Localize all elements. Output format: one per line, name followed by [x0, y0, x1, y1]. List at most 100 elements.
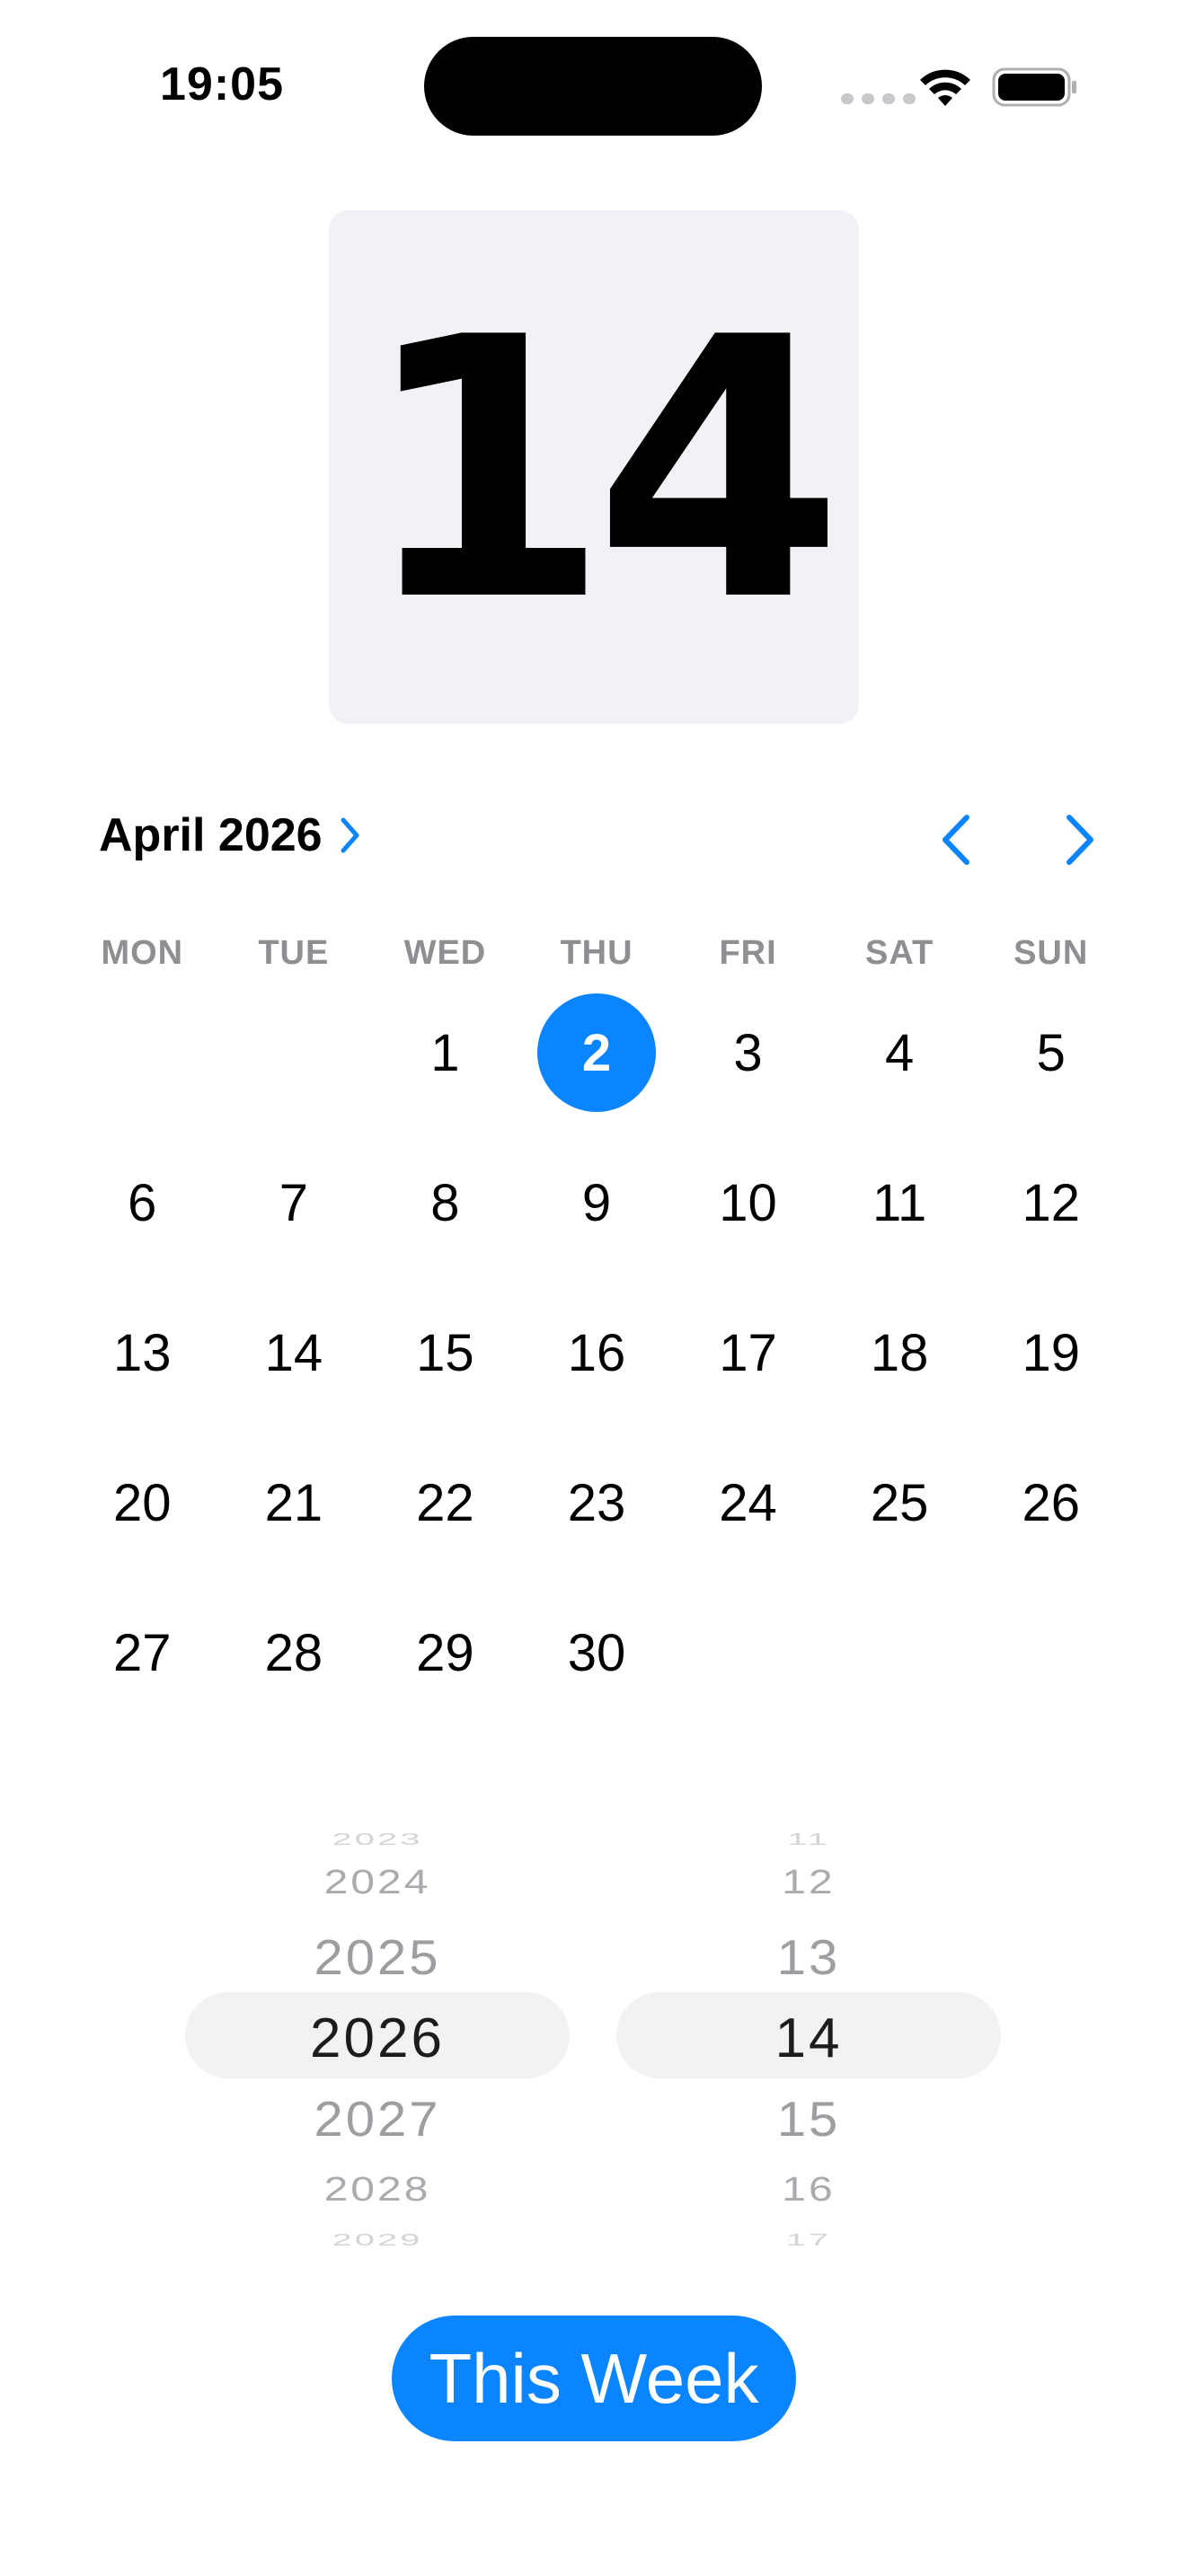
- day-picker-row[interactable]: 11: [616, 1831, 1001, 1848]
- calendar-day[interactable]: 8: [369, 1143, 521, 1293]
- year-picker-row[interactable]: 2024: [185, 1863, 570, 1902]
- day-picker-row[interactable]: 15: [616, 2091, 1001, 2148]
- calendar-day[interactable]: 28: [218, 1593, 370, 1743]
- calendar-blank-cell: [66, 993, 218, 1143]
- calendar-day-number: 28: [264, 1623, 323, 1682]
- calendar-day[interactable]: 24: [672, 1443, 824, 1593]
- year-picker-row[interactable]: 2027: [185, 2091, 570, 2148]
- calendar-day[interactable]: 25: [824, 1443, 976, 1593]
- calendar-day[interactable]: 22: [369, 1443, 521, 1593]
- calendar-day[interactable]: 4: [824, 993, 976, 1143]
- calendar-day-number: 2: [536, 993, 656, 1112]
- year-picker-selected-row[interactable]: 2026: [185, 2007, 570, 2070]
- calendar-day[interactable]: 16: [521, 1293, 673, 1443]
- calendar-day[interactable]: 15: [369, 1293, 521, 1443]
- calendar-day[interactable]: 19: [975, 1293, 1127, 1443]
- calendar-day-number: 24: [719, 1473, 777, 1532]
- dynamic-island: [424, 37, 762, 136]
- calendar-day-number: 12: [1022, 1173, 1080, 1232]
- month-label: April 2026: [99, 809, 323, 861]
- wifi-icon: [920, 69, 970, 106]
- calendar-day[interactable]: 9: [521, 1143, 673, 1293]
- weekday-label: TUE: [258, 934, 330, 972]
- calendar-day-number: 19: [1022, 1323, 1080, 1382]
- calendar-day[interactable]: 1: [369, 993, 521, 1143]
- calendar-day[interactable]: 21: [218, 1443, 370, 1593]
- calendar-day[interactable]: 18: [824, 1293, 976, 1443]
- weekday-label: SAT: [865, 934, 934, 972]
- calendar-day[interactable]: 23: [521, 1443, 673, 1593]
- month-selector[interactable]: April 2026: [99, 808, 362, 862]
- weekday-label: FRI: [719, 934, 777, 972]
- calendar-day-number: 4: [884, 1023, 915, 1082]
- this-week-button[interactable]: This Week: [392, 2316, 796, 2441]
- calendar-day[interactable]: 26: [975, 1443, 1127, 1593]
- calendar-day-number: 10: [719, 1173, 777, 1232]
- calendar-day-number: 25: [870, 1473, 929, 1532]
- weekday-label: SUN: [1013, 934, 1089, 972]
- calendar-day-number: 8: [430, 1173, 460, 1232]
- calendar-day[interactable]: 20: [66, 1443, 218, 1593]
- calendar-day-number: 23: [567, 1473, 626, 1532]
- day-picker-row[interactable]: 17: [616, 2231, 1001, 2249]
- calendar-day[interactable]: 7: [218, 1143, 370, 1293]
- year-picker-row[interactable]: 2023: [185, 1831, 570, 1848]
- calendar-day-selected[interactable]: 2: [521, 993, 673, 1143]
- calendar-day[interactable]: 11: [824, 1143, 976, 1293]
- screen: 19:05 14 April 2026 MON TUE WED THU FRI …: [0, 0, 1186, 2576]
- calendar-day-number: 30: [567, 1623, 626, 1682]
- calendar-day-number: 9: [581, 1173, 612, 1232]
- year-picker-wheel[interactable]: 2023 2024 2025 2026 2027 2028 2029: [185, 1805, 570, 2254]
- calendar-day-number: 21: [264, 1473, 323, 1532]
- calendar-day-number: 13: [113, 1323, 172, 1382]
- chevron-right-icon: [341, 817, 359, 853]
- day-picker-wheel[interactable]: 11 12 13 14 15 16 17: [616, 1805, 1001, 2254]
- calendar-day-number: 15: [416, 1323, 474, 1382]
- battery-full-icon: [992, 67, 1076, 107]
- calendar-day-number: 7: [279, 1173, 308, 1232]
- year-picker-row[interactable]: 2028: [185, 2170, 570, 2210]
- weekday-header-row: MON TUE WED THU FRI SAT SUN: [66, 934, 1127, 973]
- calendar-day-number: 6: [128, 1173, 157, 1232]
- calendar-day[interactable]: 12: [975, 1143, 1127, 1293]
- calendar-day-number: 20: [113, 1473, 172, 1532]
- next-month-button[interactable]: [1057, 810, 1102, 869]
- calendar-day-number: 18: [870, 1323, 929, 1382]
- calendar-day[interactable]: 6: [66, 1143, 218, 1293]
- status-time: 19:05: [160, 58, 284, 110]
- day-picker-selected-row[interactable]: 14: [616, 2007, 1001, 2070]
- cellular-signal-icon: [841, 93, 916, 104]
- weekday-label: MON: [101, 934, 184, 972]
- calendar-day-number: 3: [733, 1023, 763, 1082]
- selected-day-card: 14: [329, 210, 859, 724]
- calendar-day-number: 27: [113, 1623, 172, 1682]
- year-picker-row[interactable]: 2025: [185, 1929, 570, 1987]
- selected-day-number: 14: [359, 262, 845, 680]
- calendar-day-number: 11: [872, 1173, 927, 1232]
- calendar-day[interactable]: 13: [66, 1293, 218, 1443]
- calendar-day[interactable]: 3: [672, 993, 824, 1143]
- calendar-day-number: 14: [264, 1323, 323, 1382]
- calendar-day-number: 1: [430, 1023, 460, 1082]
- calendar-day[interactable]: 27: [66, 1593, 218, 1743]
- previous-month-button[interactable]: [934, 810, 979, 869]
- year-picker-row[interactable]: 2029: [185, 2231, 570, 2249]
- day-picker-row[interactable]: 12: [616, 1863, 1001, 1902]
- day-picker-row[interactable]: 16: [616, 2170, 1001, 2210]
- calendar-day-number: 5: [1036, 1023, 1066, 1082]
- weekday-label: THU: [560, 934, 633, 972]
- calendar-day-grid: 1 2 3 4 5 6 7 8 9 10 11 12 13 14 15 16 17 18 19 20 21 22 23 24 2…: [66, 993, 1127, 1743]
- calendar-day[interactable]: 29: [369, 1593, 521, 1743]
- day-picker-row[interactable]: 13: [616, 1929, 1001, 1987]
- calendar-day[interactable]: 17: [672, 1293, 824, 1443]
- calendar-day[interactable]: 30: [521, 1593, 673, 1743]
- calendar-day[interactable]: 10: [672, 1143, 824, 1293]
- calendar-day[interactable]: 14: [218, 1293, 370, 1443]
- calendar-day-number: 29: [416, 1623, 474, 1682]
- calendar-day-number: 22: [416, 1473, 474, 1532]
- calendar-day[interactable]: 5: [975, 993, 1127, 1143]
- calendar-day-number: 17: [719, 1323, 777, 1382]
- calendar-day-number: 26: [1022, 1473, 1080, 1532]
- weekday-label: WED: [403, 934, 487, 972]
- calendar-blank-cell: [218, 993, 370, 1143]
